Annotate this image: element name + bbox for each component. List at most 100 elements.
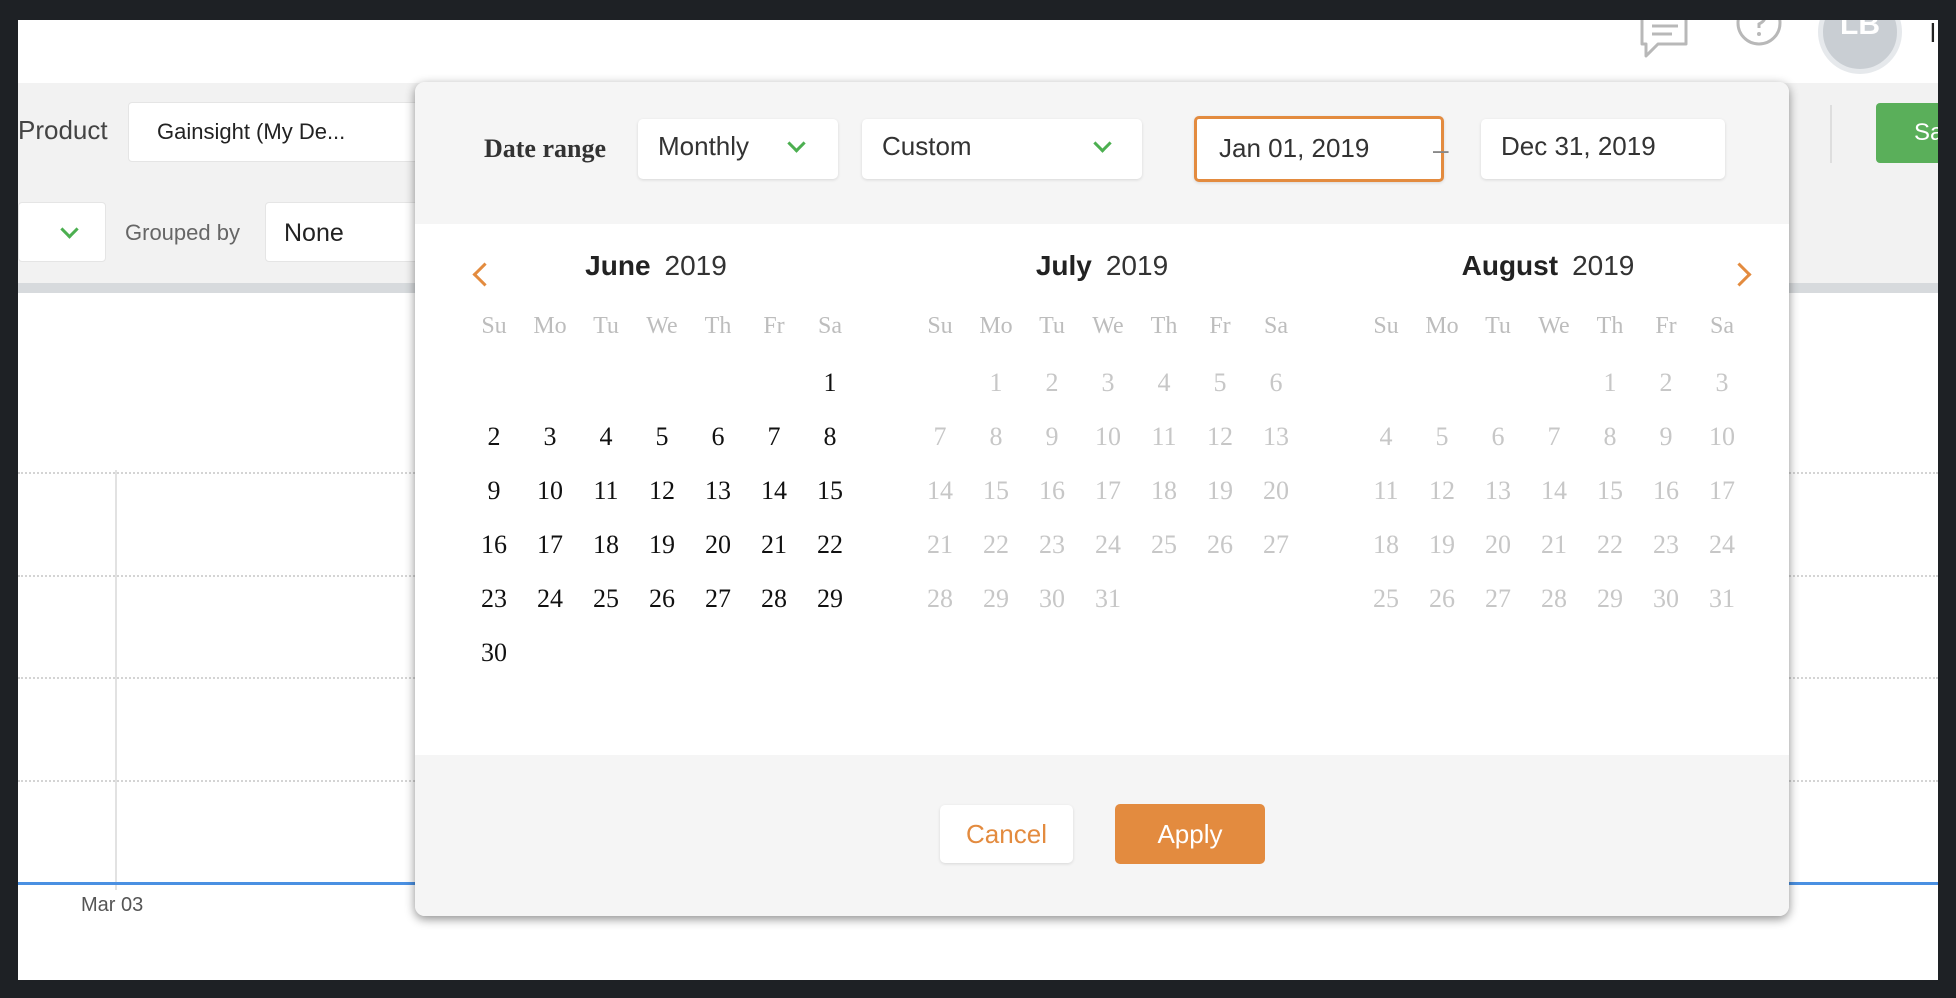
calendar-day[interactable]: 11 [578, 476, 634, 506]
date-range-picker: Date range Monthly Custom Jan 01, 2019 –… [415, 82, 1789, 916]
calendar-day: 13 [1485, 476, 1511, 505]
calendar-day[interactable]: 14 [746, 476, 802, 506]
calendar-day[interactable]: 7 [746, 422, 802, 452]
calendar-day: 28 [927, 584, 953, 613]
picker-footer [415, 755, 1789, 916]
calendar-day[interactable]: 21 [746, 530, 802, 560]
calendar-day[interactable]: 13 [690, 476, 746, 506]
calendar-day: 2 [1659, 368, 1673, 397]
calendar-week-row: 11 12 13 14 15 16 17 [1358, 476, 1738, 516]
calendar-day[interactable]: 26 [634, 584, 690, 614]
calendar-day: 26 [1429, 584, 1455, 613]
calendar-day: 22 [983, 530, 1009, 559]
calendar-day[interactable]: 4 [578, 422, 634, 452]
app-window: LB l Product Gainsight (My De... Grouped… [18, 20, 1938, 980]
weekday-label: Sa [1264, 313, 1288, 339]
calendar-day[interactable]: 6 [690, 422, 746, 452]
weekday-label: Fr [1209, 313, 1231, 339]
calendar-week-row: 18 19 20 21 22 23 24 [1358, 530, 1738, 570]
calendar-day[interactable]: 27 [690, 584, 746, 614]
calendar-day[interactable]: 22 [802, 530, 858, 560]
calendar-day: 24 [1095, 530, 1121, 559]
help-icon[interactable] [1734, 20, 1784, 53]
calendar-day[interactable]: 30 [466, 638, 522, 668]
calendar-day[interactable]: 17 [522, 530, 578, 560]
calendar-week-row: 21 22 23 24 25 26 27 [912, 530, 1292, 570]
chevron-down-icon [60, 220, 79, 239]
end-date-value: Dec 31, 2019 [1501, 131, 1656, 161]
chevron-down-icon [1093, 134, 1112, 153]
product-select-value: Gainsight (My De... [157, 119, 346, 144]
filter-select[interactable] [18, 202, 106, 262]
calendar-day: 8 [989, 422, 1003, 451]
weekday-header-row: Su Mo Tu We Th Fr Sa [912, 313, 1292, 353]
cancel-button[interactable]: Cancel [940, 805, 1073, 863]
month-year: 2019 [1105, 250, 1169, 281]
calendar-day: 11 [1373, 476, 1399, 505]
calendar-day[interactable]: 18 [578, 530, 634, 560]
save-button[interactable]: Sav [1876, 103, 1938, 163]
calendar-day[interactable]: 29 [802, 584, 858, 614]
weekday-label: Mo [1425, 313, 1459, 339]
weekday-label: Th [704, 313, 732, 339]
calendar-day: 11 [1151, 422, 1177, 451]
calendar-day: 10 [1095, 422, 1121, 451]
calendar-day[interactable]: 25 [578, 584, 634, 614]
top-bar: LB l [18, 20, 1938, 83]
calendar-day: 3 [1715, 368, 1729, 397]
granularity-select[interactable]: Monthly [638, 119, 838, 179]
month-year: 2019 [1572, 250, 1635, 281]
calendar-day: 8 [1603, 422, 1617, 451]
preset-select[interactable]: Custom [862, 119, 1142, 179]
product-select[interactable]: Gainsight (My De... [128, 102, 458, 162]
chart-marker-line [115, 470, 117, 890]
calendar-week-row: 9 10 11 12 13 14 15 [466, 476, 846, 516]
calendar-day[interactable]: 20 [690, 530, 746, 560]
calendar-week-row: 2345678 [466, 422, 846, 462]
calendar-day: 13 [1263, 422, 1289, 451]
grouped-by-value: None [284, 219, 344, 247]
calendar-day: 17 [1095, 476, 1121, 505]
calendar-day: 25 [1373, 584, 1399, 613]
calendar-day[interactable]: 28 [746, 584, 802, 614]
weekday-label: Sa [1710, 313, 1734, 339]
calendar-day[interactable]: 1 [802, 368, 858, 398]
calendar-day: 9 [1045, 422, 1059, 451]
calendar-day: 19 [1429, 530, 1455, 559]
calendar-day[interactable]: 10 [522, 476, 578, 506]
calendar-day[interactable]: 15 [802, 476, 858, 506]
end-date-input[interactable]: Dec 31, 2019 [1481, 119, 1725, 179]
calendar-day: 6 [1269, 368, 1283, 397]
granularity-value: Monthly [658, 131, 750, 161]
month-name: June [585, 250, 651, 281]
toolbar-divider [1830, 105, 1832, 163]
chat-icon[interactable] [1638, 20, 1692, 69]
calendar-day[interactable]: 5 [634, 422, 690, 452]
weekday-label: Su [1373, 313, 1399, 339]
start-date-input[interactable]: Jan 01, 2019 [1194, 116, 1444, 182]
calendar-day[interactable]: 3 [522, 422, 578, 452]
calendar-day[interactable]: 24 [522, 584, 578, 614]
weekday-label: Su [481, 313, 507, 339]
calendar-day[interactable]: 9 [466, 476, 522, 506]
calendar-day: 27 [1263, 530, 1289, 559]
apply-button[interactable]: Apply [1115, 804, 1265, 864]
calendar-day[interactable]: 2 [466, 422, 522, 452]
calendar-day: 21 [927, 530, 953, 559]
weekday-label: We [646, 313, 678, 339]
calendar-week-row: 28 29 30 31 [912, 584, 1292, 624]
weekday-label: Su [927, 313, 953, 339]
month-year: 2019 [664, 250, 727, 281]
calendar-day[interactable]: 8 [802, 422, 858, 452]
date-range-label: Date range [484, 134, 607, 163]
calendar-day[interactable]: 12 [634, 476, 690, 506]
calendar-week-row: 1 2 3 4 5 6 [912, 368, 1292, 408]
month-header: June 2019 [466, 250, 846, 282]
month-name: July [1035, 250, 1092, 281]
calendar-day: 9 [1659, 422, 1673, 451]
calendar-day[interactable]: 23 [466, 584, 522, 614]
calendar-day[interactable]: 19 [634, 530, 690, 560]
avatar[interactable]: LB [1818, 20, 1902, 74]
calendar-day[interactable]: 16 [466, 530, 522, 560]
product-label: Product [18, 115, 108, 145]
